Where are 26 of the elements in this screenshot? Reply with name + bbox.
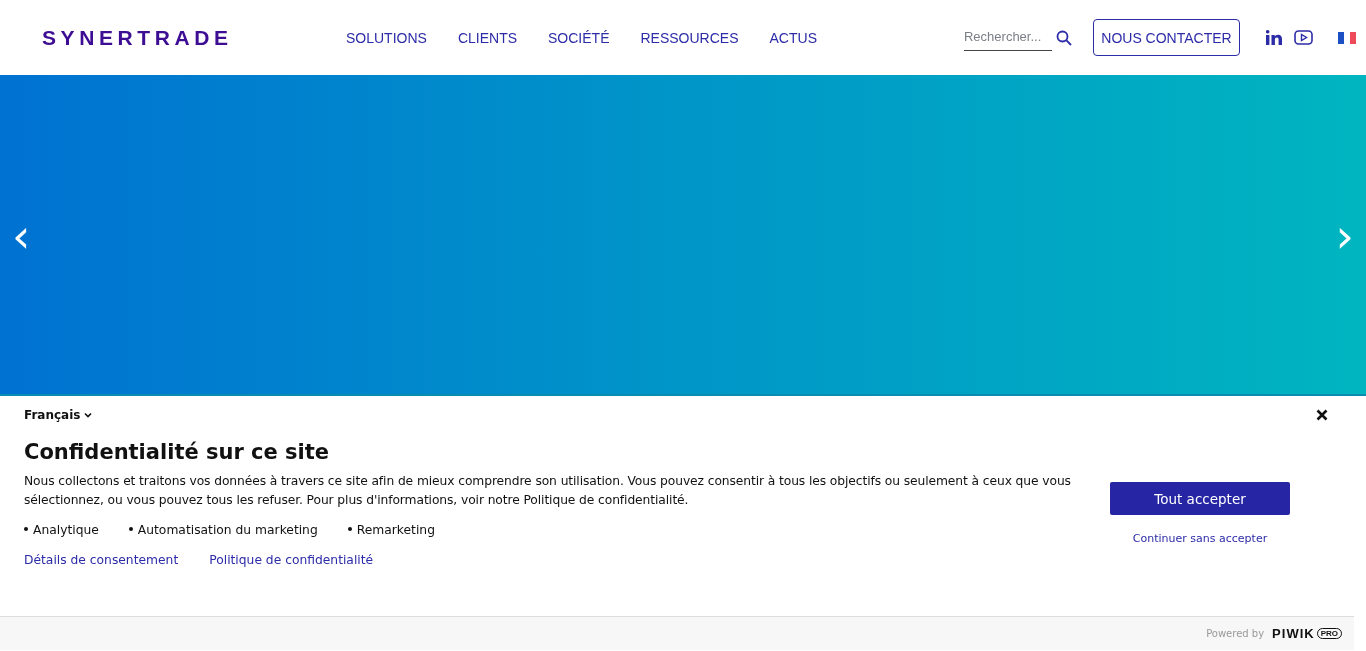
piwik-logo: PIWIK <box>1272 626 1315 641</box>
logo[interactable]: SYNERTRADE <box>42 25 234 50</box>
contact-button[interactable]: NOUS CONTACTER <box>1093 19 1240 56</box>
language-dropdown[interactable]: Français <box>24 408 93 422</box>
accept-all-button[interactable]: Tout accepter <box>1110 482 1290 515</box>
nav-link[interactable]: CLIENTS <box>457 29 518 46</box>
nav-link[interactable]: ACTUS <box>769 29 817 46</box>
linkedin-icon[interactable] <box>1266 30 1282 45</box>
purpose-item: Automatisation du marketing <box>128 523 318 537</box>
flag-icon[interactable] <box>1338 31 1356 44</box>
search-icon[interactable] <box>1056 29 1072 46</box>
nav-link[interactable]: SOCIÉTÉ <box>548 29 610 46</box>
consent-title: Confidentialité sur ce site <box>24 440 331 464</box>
continue-without-accepting-link[interactable]: Continuer sans accepter <box>1132 532 1268 545</box>
purpose-item: Analytique <box>24 523 99 537</box>
play-icon[interactable] <box>1294 30 1313 45</box>
nav-link[interactable]: SOLUTIONS <box>346 29 427 46</box>
consent-text: Nous collectons et traitons vos données à travers ce site afin de mieux comprendre son utilisation. Vous pouvez consentir à tous les objectifs ou seulement à ceux que vous sélectionnez, ou vous pouvez tous les refuser. Pour plus d'informations, voir notre Politique de confidentialité. <box>24 473 1072 509</box>
consent-link[interactable]: Politique de confidentialité <box>209 553 374 567</box>
consent-link[interactable]: Détails de consentement <box>24 553 179 567</box>
powered-by-label: Powered by <box>1206 628 1265 639</box>
purpose-item: Remarketing <box>347 523 435 537</box>
previous-slide-button[interactable]: ‹ <box>6 215 37 256</box>
nav-link[interactable]: RESSOURCES <box>640 29 739 46</box>
close-icon[interactable] <box>1316 409 1328 421</box>
caret-icon <box>84 412 93 418</box>
